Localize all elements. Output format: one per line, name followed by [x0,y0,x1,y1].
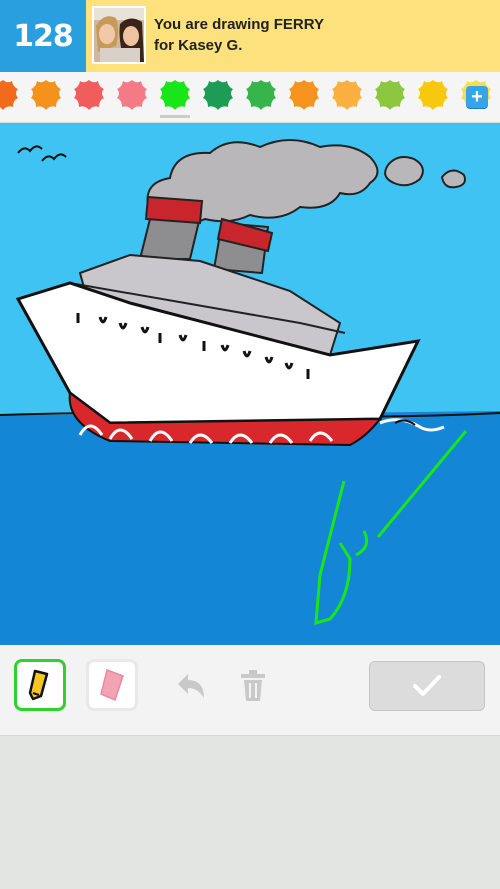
undo-button[interactable] [170,666,210,706]
done-button[interactable] [369,661,485,711]
color-swatch[interactable] [287,78,321,112]
undo-icon [178,674,204,698]
color-swatch[interactable] [330,78,364,112]
color-swatch[interactable] [115,78,149,112]
checkmark-icon [413,675,441,696]
color-swatch[interactable] [201,78,235,112]
trash-icon [241,670,265,701]
prompt-word-line: You are drawing FERRY [154,16,325,33]
header-bar: 128 You are drawing FERRY for Kasey G. [0,0,500,72]
color-swatch[interactable] [29,78,63,112]
eraser-icon [100,669,124,702]
pencil-tool-button[interactable] [14,659,66,711]
drawing-canvas[interactable] [0,123,500,645]
trash-button[interactable] [233,666,273,706]
sea-area [0,411,500,645]
drawing-prompt: You are drawing FERRY for Kasey G. [154,14,324,56]
plus-icon: + [471,86,483,108]
color-swatch[interactable] [72,78,106,112]
score-value: 128 [13,18,74,54]
eraser-tool-button[interactable] [86,659,138,711]
score-badge: 128 [0,0,86,72]
color-swatch[interactable] [373,78,407,112]
color-swatch[interactable] [244,78,278,112]
color-swatch[interactable] [158,78,192,118]
friend-avatar [92,6,146,64]
color-swatch[interactable] [416,78,450,112]
color-swatch[interactable] [0,78,20,112]
add-color-button[interactable]: + [466,86,488,108]
pencil-icon [28,669,49,701]
prompt-recipient-line: for Kasey G. [154,37,243,54]
